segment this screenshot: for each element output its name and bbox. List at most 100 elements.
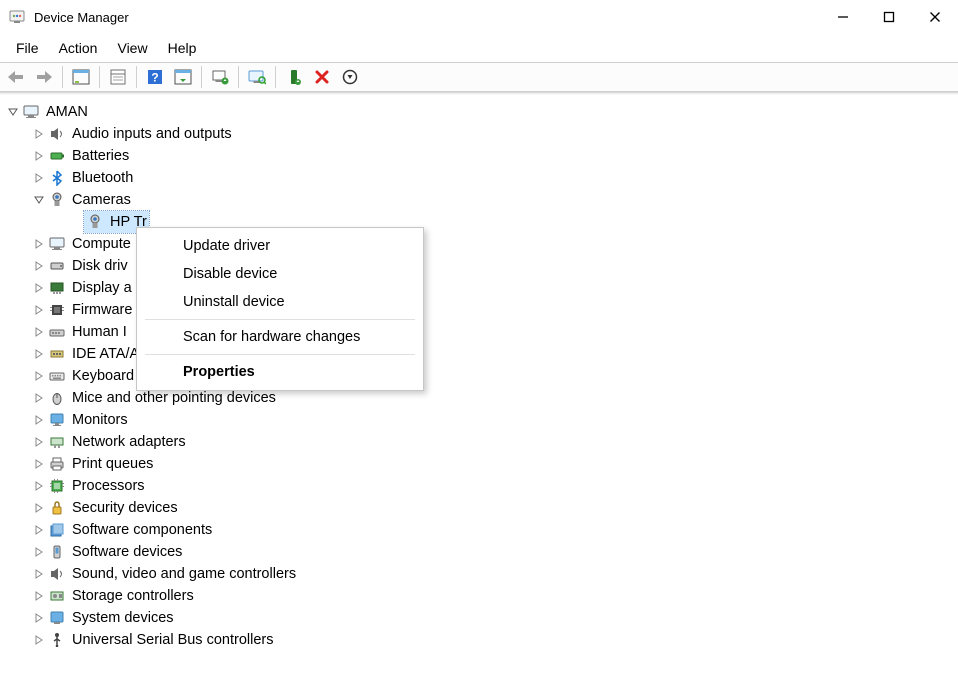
help-button[interactable]: ?: [143, 65, 167, 89]
chevron-right-icon[interactable]: [32, 413, 46, 427]
hid-icon: [48, 323, 66, 341]
chevron-right-icon[interactable]: [32, 347, 46, 361]
chevron-right-icon[interactable]: [32, 237, 46, 251]
menu-scan-hardware[interactable]: Scan for hardware changes: [137, 323, 423, 351]
window-controls: [820, 0, 958, 34]
category-label: System devices: [72, 607, 174, 629]
chevron-down-icon[interactable]: [32, 193, 46, 207]
category-label: Storage controllers: [72, 585, 194, 607]
category-bluetooth[interactable]: Bluetooth: [2, 167, 956, 189]
mouse-icon: [48, 389, 66, 407]
toolbar-separator: [62, 66, 63, 88]
menu-view[interactable]: View: [107, 36, 157, 60]
context-menu-separator: [145, 354, 415, 355]
category-software-components[interactable]: Software components: [2, 519, 956, 541]
minimize-button[interactable]: [820, 0, 866, 34]
category-sound[interactable]: Sound, video and game controllers: [2, 563, 956, 585]
maximize-button[interactable]: [866, 0, 912, 34]
chevron-right-icon[interactable]: [32, 171, 46, 185]
category-label: Compute: [72, 233, 131, 255]
category-label: Processors: [72, 475, 145, 497]
category-label: Batteries: [72, 145, 129, 167]
disable-device-button[interactable]: [338, 65, 362, 89]
menu-file[interactable]: File: [6, 36, 49, 60]
category-label: Monitors: [72, 409, 128, 431]
software-component-icon: [48, 521, 66, 539]
camera-icon: [86, 213, 104, 231]
category-label: Bluetooth: [72, 167, 133, 189]
chevron-right-icon[interactable]: [32, 633, 46, 647]
category-monitors[interactable]: Monitors: [2, 409, 956, 431]
chevron-down-icon[interactable]: [6, 105, 20, 119]
uninstall-device-button[interactable]: [310, 65, 334, 89]
back-button[interactable]: [4, 65, 28, 89]
toolbar-separator: [275, 66, 276, 88]
menu-disable-device[interactable]: Disable device: [137, 260, 423, 288]
chevron-right-icon[interactable]: [32, 435, 46, 449]
context-menu: Update driver Disable device Uninstall d…: [136, 227, 424, 391]
category-network[interactable]: Network adapters: [2, 431, 956, 453]
category-label: Sound, video and game controllers: [72, 563, 296, 585]
category-label: Firmware: [72, 299, 132, 321]
chevron-right-icon[interactable]: [32, 479, 46, 493]
chevron-right-icon[interactable]: [32, 127, 46, 141]
category-label: Cameras: [72, 189, 131, 211]
category-processors[interactable]: Processors: [2, 475, 956, 497]
show-hide-console-button[interactable]: [69, 65, 93, 89]
refresh-button[interactable]: [171, 65, 195, 89]
chevron-right-icon[interactable]: [32, 611, 46, 625]
category-audio[interactable]: Audio inputs and outputs: [2, 123, 956, 145]
forward-button[interactable]: [32, 65, 56, 89]
usb-icon: [48, 631, 66, 649]
category-label: Disk driv: [72, 255, 128, 277]
scan-hardware-button[interactable]: [245, 65, 269, 89]
menu-properties[interactable]: Properties: [137, 358, 423, 386]
disk-icon: [48, 257, 66, 275]
category-cameras[interactable]: Cameras: [2, 189, 956, 211]
update-driver-button[interactable]: [208, 65, 232, 89]
chevron-right-icon[interactable]: [32, 589, 46, 603]
menu-update-driver[interactable]: Update driver: [137, 232, 423, 260]
menu-help[interactable]: Help: [158, 36, 207, 60]
chevron-right-icon[interactable]: [32, 523, 46, 537]
properties-button[interactable]: [106, 65, 130, 89]
chevron-right-icon[interactable]: [32, 325, 46, 339]
cpu-icon: [48, 477, 66, 495]
chevron-right-icon[interactable]: [32, 149, 46, 163]
category-system[interactable]: System devices: [2, 607, 956, 629]
chevron-right-icon[interactable]: [32, 259, 46, 273]
chevron-right-icon[interactable]: [32, 501, 46, 515]
toolbar-separator: [201, 66, 202, 88]
category-label: Security devices: [72, 497, 178, 519]
chevron-right-icon[interactable]: [32, 391, 46, 405]
category-software-devices[interactable]: Software devices: [2, 541, 956, 563]
chevron-right-icon[interactable]: [32, 303, 46, 317]
tree-root[interactable]: AMAN: [2, 101, 956, 123]
category-print[interactable]: Print queues: [2, 453, 956, 475]
menu-uninstall-device[interactable]: Uninstall device: [137, 288, 423, 316]
speaker-icon: [48, 125, 66, 143]
category-batteries[interactable]: Batteries: [2, 145, 956, 167]
chevron-right-icon[interactable]: [32, 281, 46, 295]
category-label: Human I: [72, 321, 127, 343]
category-label: Keyboard: [72, 365, 134, 387]
camera-icon: [48, 191, 66, 209]
category-label: Print queues: [72, 453, 153, 475]
menu-action[interactable]: Action: [49, 36, 108, 60]
chevron-right-icon[interactable]: [32, 545, 46, 559]
toolbar-separator: [136, 66, 137, 88]
chevron-right-icon[interactable]: [32, 457, 46, 471]
display-adapter-icon: [48, 279, 66, 297]
category-label: Audio inputs and outputs: [72, 123, 232, 145]
category-usb[interactable]: Universal Serial Bus controllers: [2, 629, 956, 651]
context-menu-separator: [145, 319, 415, 320]
close-button[interactable]: [912, 0, 958, 34]
computer-icon: [22, 103, 40, 121]
chevron-right-icon[interactable]: [32, 369, 46, 383]
category-security[interactable]: Security devices: [2, 497, 956, 519]
category-storage[interactable]: Storage controllers: [2, 585, 956, 607]
chevron-right-icon[interactable]: [32, 567, 46, 581]
enable-device-button[interactable]: [282, 65, 306, 89]
root-label: AMAN: [46, 101, 88, 123]
printer-icon: [48, 455, 66, 473]
